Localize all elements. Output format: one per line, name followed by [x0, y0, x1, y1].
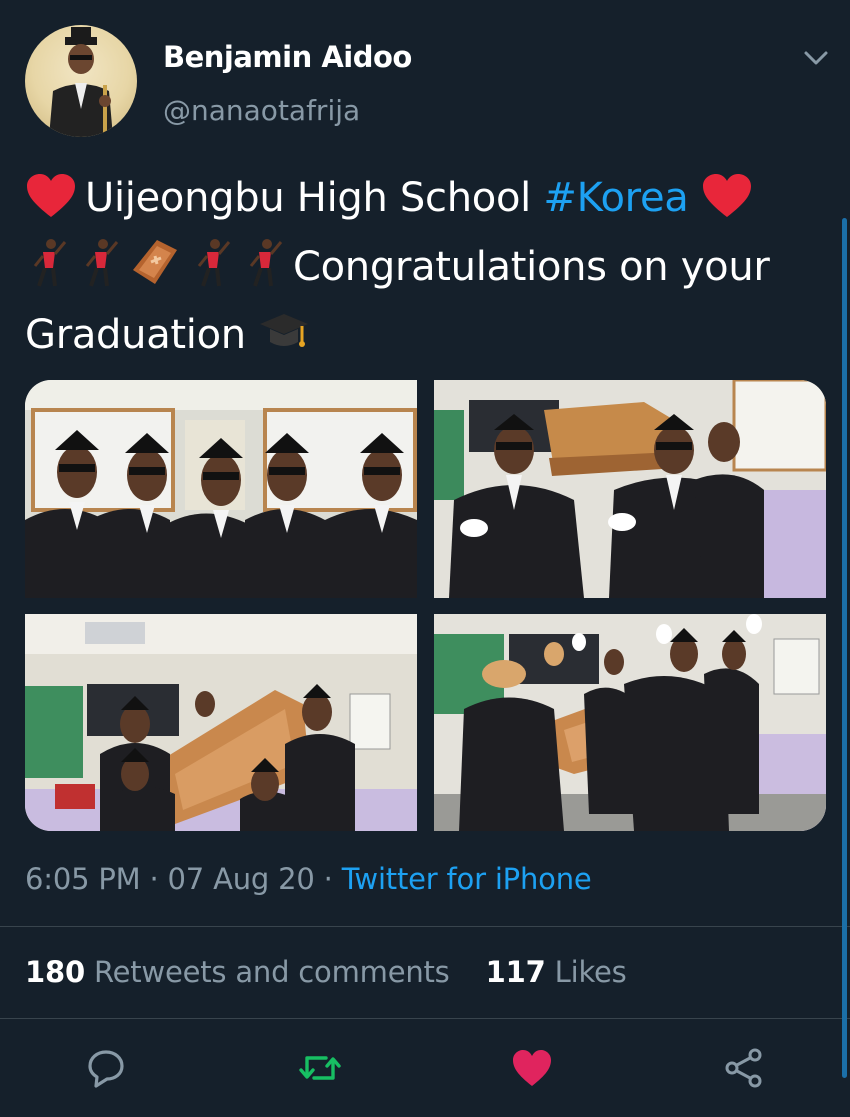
reply-icon[interactable] [84, 1046, 128, 1090]
scrollbar[interactable] [842, 218, 847, 1078]
divider [0, 926, 850, 927]
likes-count: 117 [485, 955, 546, 989]
tweet-line1: Uijeongbu High School [85, 175, 531, 221]
likes-stat[interactable]: 117 Likes [486, 955, 627, 989]
hashtag-link[interactable]: #Korea [543, 175, 688, 221]
share-icon[interactable] [722, 1046, 766, 1090]
tweet-time: 6:05 PM [25, 862, 141, 896]
meta-separator: · [323, 862, 333, 896]
author-name[interactable]: Benjamin Aidoo [163, 40, 412, 74]
photo-carrying-coffin[interactable] [434, 380, 826, 598]
photo-classroom-coffin[interactable] [25, 614, 417, 831]
retweets-stat[interactable]: 180 Retweets and comments [25, 955, 450, 989]
tweet-stats: 180 Retweets and comments 117 Likes [25, 955, 627, 989]
chevron-down-icon[interactable] [800, 44, 832, 72]
author-handle[interactable]: @nanaotafrija [163, 94, 360, 127]
tweet-line3: Graduation [25, 312, 246, 358]
retweets-count: 180 [25, 955, 85, 989]
meta-separator: · [149, 862, 159, 896]
retweets-label: Retweets and comments [93, 955, 450, 989]
graduation-cap-emoji [258, 308, 310, 373]
dancer-emoji [77, 236, 121, 305]
likes-label: Likes [554, 955, 627, 989]
dancer-emoji [189, 236, 233, 305]
tweet-line2: Congratulations on your [293, 244, 770, 290]
heart-emoji [25, 173, 77, 236]
tweet-text: Uijeongbu High School #Korea Congratulat… [25, 168, 840, 373]
photo-grid[interactable] [25, 380, 826, 831]
heart-emoji [701, 173, 753, 236]
photo-dancing-coffin[interactable] [434, 614, 826, 831]
photo-group-pallbearers[interactable] [25, 380, 417, 598]
tweet-date: 07 Aug 20 [167, 862, 315, 896]
dancer-emoji [241, 236, 285, 305]
dancer-emoji [25, 236, 69, 305]
tweet-source-link[interactable]: Twitter for iPhone [342, 862, 592, 896]
retweet-icon[interactable] [298, 1046, 342, 1090]
coffin-emoji [129, 236, 181, 305]
divider [0, 1018, 850, 1019]
avatar[interactable] [25, 25, 137, 137]
tweet-meta: 6:05 PM · 07 Aug 20 · Twitter for iPhone [25, 862, 592, 896]
like-icon[interactable] [510, 1046, 554, 1090]
